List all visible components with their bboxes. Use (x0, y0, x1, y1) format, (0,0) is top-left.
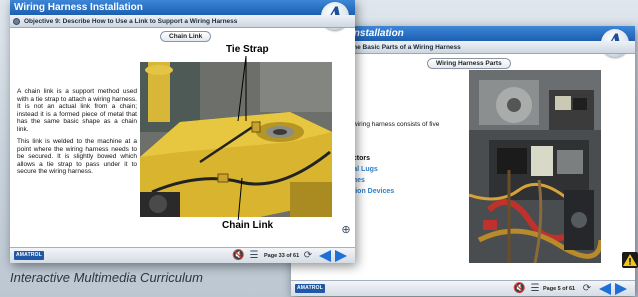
back-prev-arrow[interactable] (599, 283, 611, 295)
mute-icon[interactable]: 🔇 (513, 283, 525, 295)
harness-parts-illustration (469, 70, 601, 263)
back-objective-text: the Basic Parts of a Wiring Harness (351, 44, 461, 51)
back-page-info: Page 5 of 61 (543, 286, 576, 292)
back-footer: AMATROL 🔇 ☰ Page 5 of 61 ⟳ (291, 280, 635, 296)
tagline: Interactive Multimedia Curriculum (10, 270, 203, 285)
back-list-item-4[interactable]: ction Devices (349, 188, 394, 195)
front-footer: AMATROL 🔇 ☰ Page 33 of 61 ⟳ (10, 247, 355, 263)
menu-icon[interactable]: ☰ (248, 250, 260, 262)
harness-parts-photo (469, 70, 601, 263)
front-prev-arrow[interactable] (319, 250, 331, 262)
back-intro-text: wiring harness consists of five (353, 121, 440, 128)
replay-icon[interactable]: ⟳ (581, 283, 593, 295)
front-page-info: Page 33 of 61 (264, 253, 300, 259)
warning-icon (623, 254, 637, 266)
front-next-arrow[interactable] (335, 250, 347, 262)
warning-badge[interactable] (622, 252, 638, 268)
mute-icon[interactable]: 🔇 (232, 250, 244, 262)
back-amatrol-logo: AMATROL (295, 284, 325, 293)
replay-icon[interactable]: ⟳ (302, 250, 314, 262)
front-amatrol-logo: AMATROL (14, 251, 44, 260)
chain-link-label: Chain Link (220, 220, 276, 231)
back-section-pill: Wiring Harness Parts (427, 58, 511, 69)
tie-strap-label: Tie Strap (224, 44, 271, 55)
menu-icon[interactable]: ☰ (529, 283, 541, 295)
callout-lines (237, 55, 247, 223)
zoom-icon[interactable]: ⊕ (340, 224, 352, 236)
front-window: Wiring Harness Installation A Objective … (10, 0, 355, 263)
back-next-arrow[interactable] (615, 283, 627, 295)
